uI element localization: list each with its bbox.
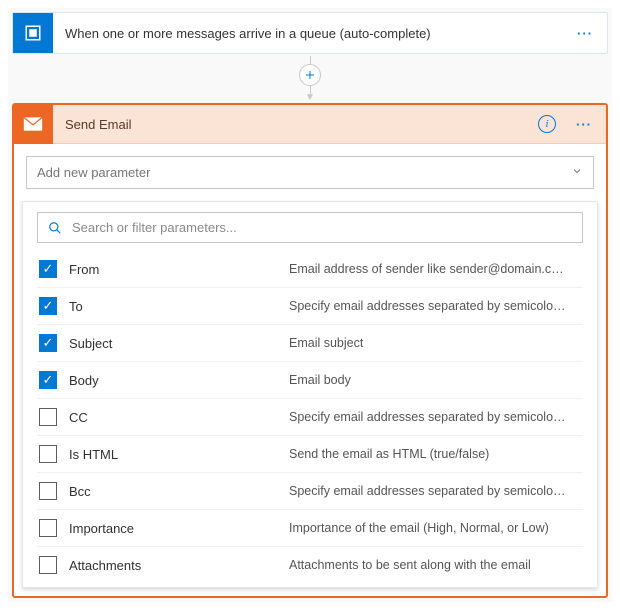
arrow-down-icon: ▼ — [305, 92, 315, 103]
parameter-label: To — [69, 299, 289, 314]
add-parameter-label: Add new parameter — [37, 165, 571, 180]
parameter-search-input[interactable] — [70, 219, 572, 236]
parameter-description: Specify email addresses separated by sem… — [289, 299, 581, 313]
parameter-label: Attachments — [69, 558, 289, 573]
parameter-checkbox[interactable] — [39, 445, 57, 463]
add-step-button[interactable] — [299, 64, 321, 86]
action-menu-button[interactable]: ··· — [562, 109, 606, 140]
parameter-row[interactable]: CCSpecify email addresses separated by s… — [37, 398, 583, 435]
parameter-checkbox[interactable]: ✓ — [39, 260, 57, 278]
search-icon — [48, 221, 62, 235]
parameter-description: Attachments to be sent along with the em… — [289, 558, 581, 572]
trigger-menu-button[interactable]: ··· — [563, 18, 607, 49]
parameter-checkbox[interactable] — [39, 408, 57, 426]
parameter-description: Send the email as HTML (true/false) — [289, 447, 581, 461]
parameter-checkbox[interactable] — [39, 519, 57, 537]
parameter-row[interactable]: ✓ SubjectEmail subject — [37, 324, 583, 361]
connector: ▼ — [12, 54, 608, 103]
action-header[interactable]: Send Email i ··· — [14, 105, 606, 144]
parameter-checkbox[interactable]: ✓ — [39, 297, 57, 315]
trigger-card[interactable]: When one or more messages arrive in a qu… — [12, 12, 608, 54]
action-title: Send Email — [53, 107, 538, 142]
parameter-label: Is HTML — [69, 447, 289, 462]
parameter-row[interactable]: Is HTMLSend the email as HTML (true/fals… — [37, 435, 583, 472]
parameter-label: Body — [69, 373, 289, 388]
queue-icon — [13, 13, 53, 53]
parameter-search[interactable] — [37, 212, 583, 243]
parameter-description: Importance of the email (High, Normal, o… — [289, 521, 581, 535]
add-parameter-select[interactable]: Add new parameter — [26, 156, 594, 189]
parameter-checkbox[interactable]: ✓ — [39, 334, 57, 352]
parameter-row[interactable]: BccSpecify email addresses separated by … — [37, 472, 583, 509]
parameter-row[interactable]: ✓ BodyEmail body — [37, 361, 583, 398]
parameter-description: Specify email addresses separated by sem… — [289, 410, 581, 424]
chevron-down-icon — [571, 165, 583, 180]
parameter-description: Email body — [289, 373, 581, 387]
parameter-label: Importance — [69, 521, 289, 536]
parameter-description: Email address of sender like sender@doma… — [289, 262, 581, 276]
parameter-description: Specify email addresses separated by sem… — [289, 484, 581, 498]
action-card: Send Email i ··· Add new parameter ✓ From… — [12, 103, 608, 598]
parameter-label: Subject — [69, 336, 289, 351]
trigger-title: When one or more messages arrive in a qu… — [53, 16, 563, 51]
parameter-label: CC — [69, 410, 289, 425]
parameter-checkbox[interactable] — [39, 556, 57, 574]
info-icon[interactable]: i — [538, 115, 556, 133]
parameter-checkbox[interactable] — [39, 482, 57, 500]
parameter-row[interactable]: ImportanceImportance of the email (High,… — [37, 509, 583, 546]
parameter-row[interactable]: AttachmentsAttachments to be sent along … — [37, 546, 583, 583]
parameter-row[interactable]: ✓ ToSpecify email addresses separated by … — [37, 287, 583, 324]
parameter-checkbox[interactable]: ✓ — [39, 371, 57, 389]
parameter-label: From — [69, 262, 289, 277]
parameter-row[interactable]: ✓ FromEmail address of sender like sender… — [37, 251, 583, 287]
parameter-description: Email subject — [289, 336, 581, 350]
parameter-label: Bcc — [69, 484, 289, 499]
mail-icon — [13, 104, 53, 144]
